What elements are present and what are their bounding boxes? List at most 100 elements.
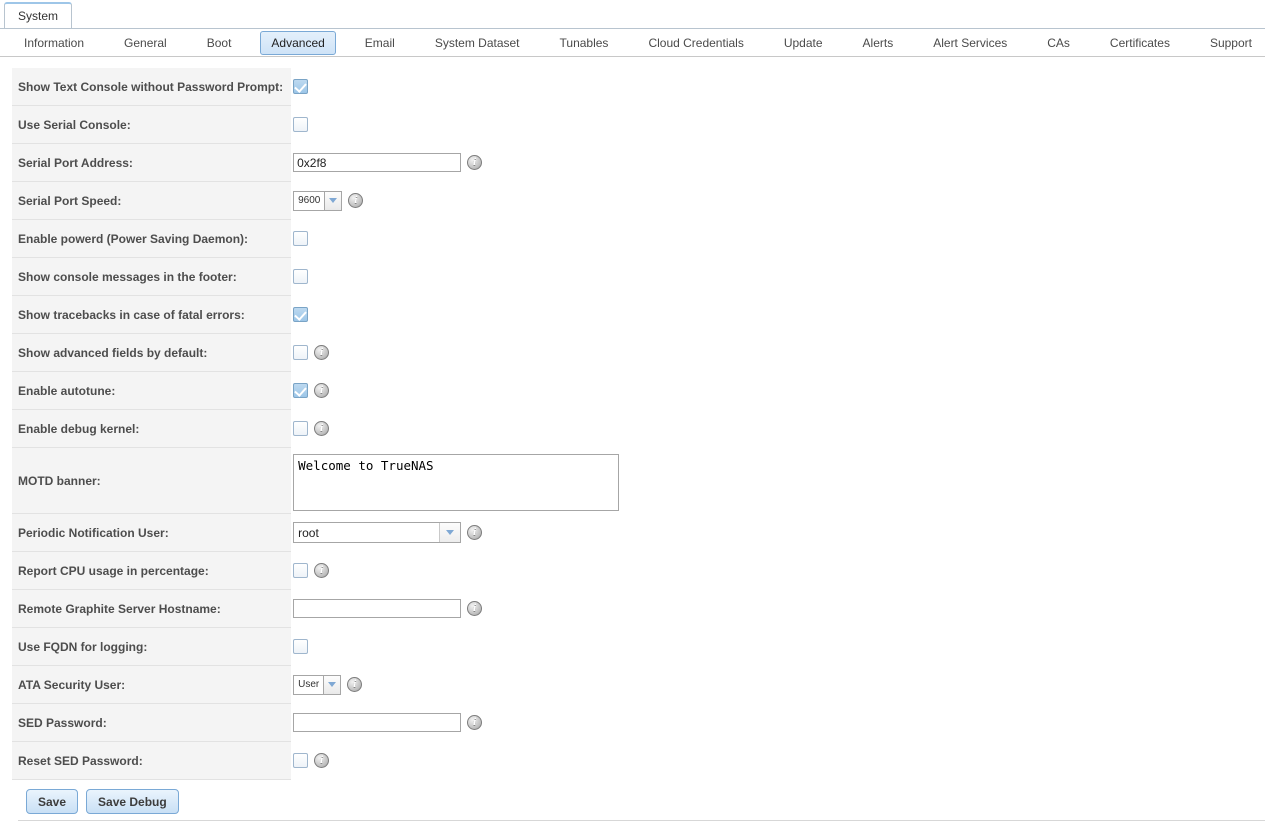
checkbox-enable-autotune[interactable] [293, 383, 309, 398]
checkbox-show-tracebacks-in-case-of-fatal-errors[interactable] [293, 307, 309, 322]
input-sed-password[interactable] [293, 713, 462, 732]
chevron-down-icon[interactable] [325, 190, 343, 211]
field-label-cell: Enable powerd (Power Saving Daemon): [12, 219, 292, 258]
tab-advanced[interactable]: Advanced [260, 30, 336, 55]
form-row: Use Serial Console: [12, 105, 1252, 144]
field-label: ATA Security User: [18, 677, 126, 692]
info-icon[interactable]: i [467, 715, 483, 730]
form-row: Show console messages in the footer: [12, 257, 1252, 296]
tab-boot[interactable]: Boot [196, 31, 243, 55]
info-icon[interactable]: i [467, 155, 483, 170]
form-row: Show Text Console without Password Promp… [12, 67, 1252, 106]
tab-label: Alerts [862, 35, 894, 50]
tab-label: Update [783, 35, 823, 50]
field-label-cell: Show console messages in the footer: [12, 257, 292, 296]
tab-email[interactable]: Email [354, 31, 406, 55]
field-control-cell [291, 447, 1252, 514]
tab-cas[interactable]: CAs [1036, 31, 1081, 55]
field-label-cell: Remote Graphite Server Hostname: [12, 589, 292, 628]
tab-certificates[interactable]: Certificates [1099, 31, 1181, 55]
field-control-cell: User i [291, 665, 1252, 704]
save-button[interactable]: Save [26, 789, 79, 814]
field-label: MOTD banner: [18, 473, 101, 488]
save-debug-button-label: Save Debug [98, 794, 167, 809]
arrow-glyph [446, 530, 455, 535]
checkbox-use-serial-console[interactable] [293, 117, 309, 132]
field-label-cell: Periodic Notification User: [12, 513, 292, 552]
tab-support[interactable]: Support [1199, 31, 1263, 55]
form-row: Enable autotune: i [12, 371, 1252, 410]
info-icon[interactable]: i [314, 563, 330, 578]
chevron-down-icon[interactable] [324, 674, 342, 695]
form-row: Show tracebacks in case of fatal errors: [12, 295, 1252, 334]
tab-cloud-credentials[interactable]: Cloud Credentials [637, 31, 754, 55]
checkbox-show-console-messages-in-the-footer[interactable] [293, 269, 309, 284]
info-icon[interactable]: i [314, 345, 330, 360]
tab-information[interactable]: Information [13, 31, 95, 55]
form-row: Enable powerd (Power Saving Daemon): [12, 219, 1252, 258]
field-control-cell: i [291, 371, 1252, 410]
window-tab-system[interactable]: System [4, 2, 72, 28]
field-label-cell: Enable autotune: [12, 371, 292, 410]
field-label: SED Password: [18, 715, 107, 730]
textarea-motd-banner[interactable] [293, 453, 620, 511]
field-label: Use FQDN for logging: [18, 639, 148, 654]
tab-update[interactable]: Update [773, 31, 834, 55]
browser-tabstrip: System [0, 0, 1265, 29]
tab-alert-services[interactable]: Alert Services [922, 31, 1018, 55]
info-icon[interactable]: i [467, 525, 483, 540]
field-label-cell: Use Serial Console: [12, 105, 292, 144]
field-label: Show tracebacks in case of fatal errors: [18, 307, 245, 322]
checkbox-use-fqdn-for-logging[interactable] [293, 639, 309, 654]
checkbox-enable-debug-kernel[interactable] [293, 421, 309, 436]
tab-label: Email [364, 35, 395, 50]
field-label: Show console messages in the footer: [18, 269, 237, 284]
select-serial-port-speed[interactable]: 9600 [293, 190, 343, 211]
field-label: Serial Port Speed: [18, 193, 122, 208]
form-row: Serial Port Speed: 9600 i [12, 181, 1252, 220]
info-icon[interactable]: i [314, 421, 330, 436]
save-debug-button[interactable]: Save Debug [86, 789, 179, 814]
field-control-cell: i [291, 143, 1252, 182]
info-icon[interactable]: i [467, 601, 483, 616]
field-control-cell: i [291, 741, 1252, 780]
field-control-cell: 9600 i [291, 181, 1252, 220]
select-ata-security-user[interactable]: User [293, 674, 342, 695]
info-icon[interactable]: i [314, 383, 330, 398]
input-remote-graphite-server-hostname[interactable] [293, 599, 462, 618]
select-value: User [293, 674, 325, 695]
field-label-cell: Report CPU usage in percentage: [12, 551, 292, 590]
chevron-down-icon[interactable] [439, 523, 461, 542]
checkbox-show-advanced-fields-by-default[interactable] [293, 345, 309, 360]
window-tab-label: System [17, 9, 58, 23]
field-control-cell: i [291, 703, 1252, 742]
checkbox-report-cpu-usage-in-percentage[interactable] [293, 563, 309, 578]
info-icon[interactable]: i [348, 193, 364, 208]
form-row: SED Password: i [12, 703, 1252, 742]
tab-label: CAs [1047, 35, 1070, 50]
tab-alerts[interactable]: Alerts [852, 31, 905, 55]
tab-label: Advanced [271, 35, 325, 50]
form-row: Serial Port Address: i [12, 143, 1252, 182]
advanced-settings-form: Show Text Console without Password Promp… [0, 57, 1265, 821]
checkbox-show-text-console-without-password-prompt[interactable] [293, 79, 309, 94]
arrow-glyph [329, 198, 338, 203]
info-icon[interactable]: i [347, 677, 363, 692]
input-serial-port-address[interactable] [293, 153, 462, 172]
field-label-cell: Show Text Console without Password Promp… [12, 67, 292, 106]
field-label: Periodic Notification User: [18, 525, 169, 540]
field-control-cell: root i [291, 513, 1252, 552]
tab-label: Certificates [1109, 35, 1170, 50]
tab-system-dataset[interactable]: System Dataset [424, 31, 531, 55]
checkbox-enable-powerd-power-saving-daemon[interactable] [293, 231, 309, 246]
field-label: Show advanced fields by default: [18, 345, 208, 360]
settings-table: Show Text Console without Password Promp… [12, 67, 1252, 780]
tab-tunables[interactable]: Tunables [549, 31, 620, 55]
checkbox-reset-sed-password[interactable] [293, 753, 309, 768]
select-periodic-notification-user[interactable]: root [293, 522, 462, 543]
field-label: Show Text Console without Password Promp… [18, 79, 284, 94]
info-icon[interactable]: i [314, 753, 330, 768]
field-control-cell: i [291, 333, 1252, 372]
arrow-glyph [328, 682, 337, 687]
tab-general[interactable]: General [113, 31, 178, 55]
